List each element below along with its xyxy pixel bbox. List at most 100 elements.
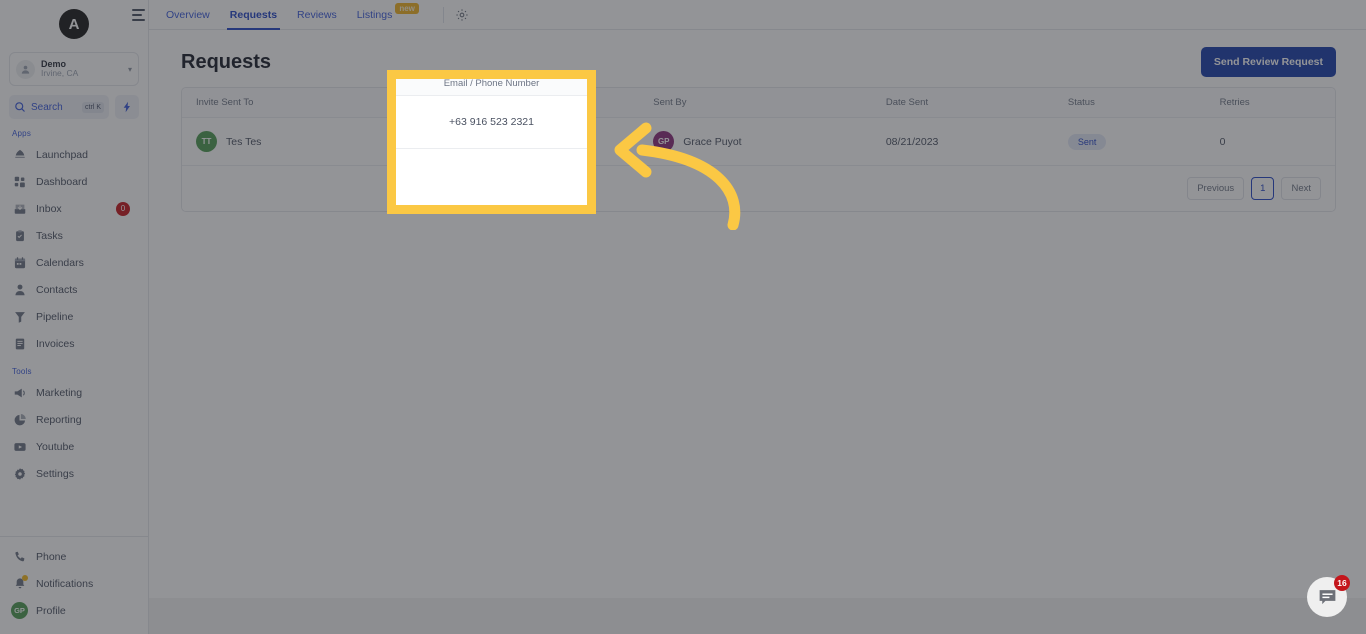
sidebar-item-inbox[interactable]: Inbox 0 <box>6 195 142 222</box>
sidebar-item-profile[interactable]: GP Profile <box>6 597 142 624</box>
cell-status: Sent <box>1061 117 1214 166</box>
tab-requests[interactable]: Requests <box>220 0 287 30</box>
tab-listings[interactable]: Listings new <box>347 0 429 30</box>
tab-label: Overview <box>166 8 210 21</box>
calendar-icon <box>12 255 27 270</box>
clipboard-icon <box>12 228 27 243</box>
column-header-date-sent[interactable]: Date Sent <box>879 88 1062 118</box>
column-header-retries[interactable]: Retries <box>1213 88 1335 118</box>
sidebar-apps-list: Launchpad Dashboard Inbox 0 Tasks Calend… <box>0 141 148 357</box>
table-row[interactable]: TT Tes Tes +63 916 523 2321 GP Grace Puy… <box>182 117 1335 166</box>
sidebar-item-label: Pipeline <box>36 310 74 323</box>
send-review-request-button[interactable]: Send Review Request <box>1200 47 1336 77</box>
sidebar-item-label: Inbox <box>36 202 62 215</box>
invite-name: Tes Tes <box>226 135 262 148</box>
grid-icon <box>12 174 27 189</box>
search-icon <box>15 102 25 112</box>
gear-icon[interactable] <box>453 6 471 24</box>
search-shortcut: ctrl K <box>82 101 104 113</box>
pagination-page-1-button[interactable]: 1 <box>1251 177 1275 200</box>
sidebar-item-label: Contacts <box>36 283 78 296</box>
funnel-icon <box>12 309 27 324</box>
sidebar-item-label: Invoices <box>36 337 75 350</box>
column-header-status[interactable]: Status <box>1061 88 1214 118</box>
table-head: Invite Sent To Email / Phone Number Sent… <box>182 88 1335 118</box>
topbar: Overview Requests Reviews Listings new <box>149 0 1366 30</box>
location-name: Demo <box>41 58 67 69</box>
requests-table-card: Invite Sent To Email / Phone Number Sent… <box>181 87 1336 212</box>
pagination-next-button[interactable]: Next <box>1281 177 1321 200</box>
brand-logo[interactable]: A <box>59 9 89 39</box>
chat-widget-button[interactable]: 16 <box>1307 575 1350 617</box>
sidebar-item-dashboard[interactable]: Dashboard <box>6 168 142 195</box>
highlight-column-blank <box>388 149 595 207</box>
sidebar-item-phone[interactable]: Phone <box>6 543 142 570</box>
sidebar-section-tools-label: Tools <box>12 367 32 376</box>
table-body: TT Tes Tes +63 916 523 2321 GP Grace Puy… <box>182 117 1335 166</box>
search-row: Search ctrl K <box>9 95 139 119</box>
tab-separator <box>442 6 444 23</box>
tab-overview[interactable]: Overview <box>156 0 220 30</box>
bell-icon <box>12 575 28 591</box>
chat-bubble-icon <box>1319 589 1335 604</box>
cell-date-sent: 08/21/2023 <box>879 117 1062 166</box>
gear-icon <box>12 466 27 481</box>
search-label: Search <box>31 101 63 113</box>
cell-sent-by: GP Grace Puyot <box>647 117 880 166</box>
top-tabs: Overview Requests Reviews Listings new <box>149 0 471 30</box>
page-title: Requests <box>181 50 272 73</box>
sent-by-person: GP Grace Puyot <box>653 131 874 152</box>
megaphone-icon <box>12 385 27 400</box>
sidebar-bottom: Phone Notifications GP Profile <box>0 537 148 634</box>
pie-chart-icon <box>12 412 27 427</box>
sidebar-item-youtube[interactable]: Youtube <box>6 433 142 460</box>
sidebar-item-pipeline[interactable]: Pipeline <box>6 303 142 330</box>
main-content: Requests Send Review Request Invite Sent… <box>149 30 1366 598</box>
person-icon <box>12 282 27 297</box>
hamburger-icon[interactable] <box>132 9 146 21</box>
sidebar-item-label: Notifications <box>36 577 94 590</box>
sidebar-item-notifications[interactable]: Notifications <box>6 570 142 597</box>
cell-retries: 0 <box>1213 117 1335 166</box>
sidebar-item-label: Settings <box>36 467 74 480</box>
avatar: GP <box>653 131 675 152</box>
quick-actions-button[interactable] <box>115 95 139 119</box>
chevron-down-icon[interactable]: ▾ <box>128 65 132 74</box>
sidebar-item-marketing[interactable]: Marketing <box>6 379 142 406</box>
avatar-icon: GP <box>11 602 28 619</box>
sidebar-item-launchpad[interactable]: Launchpad <box>6 141 142 168</box>
page-header: Requests Send Review Request <box>181 46 1336 78</box>
location-sub: Irvine, CA <box>41 69 79 79</box>
invoice-icon <box>12 336 27 351</box>
sidebar-section-apps-label: Apps <box>12 129 32 138</box>
sent-by-name: Grace Puyot <box>683 135 742 148</box>
inbox-unread-badge: 0 <box>116 201 130 216</box>
location-avatar-icon <box>16 59 35 79</box>
table-header-row: Invite Sent To Email / Phone Number Sent… <box>182 88 1335 118</box>
sidebar-item-settings[interactable]: Settings <box>6 460 142 487</box>
pagination-previous-button[interactable]: Previous <box>1187 177 1245 200</box>
sidebar-item-invoices[interactable]: Invoices <box>6 330 142 357</box>
search-input[interactable]: Search ctrl K <box>9 95 109 119</box>
highlight-cutout: Email / Phone Number +63 916 523 2321 <box>388 71 595 213</box>
listings-new-badge: new <box>395 3 419 14</box>
brand-row: A <box>0 4 148 44</box>
sidebar-item-label: Youtube <box>36 440 75 453</box>
notification-dot <box>22 575 28 581</box>
column-header-sent-by[interactable]: Sent By <box>647 88 880 118</box>
pagination: Previous 1 Next <box>182 166 1335 211</box>
lightning-bolt-icon <box>123 101 130 113</box>
status-badge: Sent <box>1067 133 1107 150</box>
sidebar-item-reporting[interactable]: Reporting <box>6 406 142 433</box>
rocket-icon <box>12 147 27 162</box>
tab-label: Reviews <box>297 8 337 21</box>
sidebar-item-calendars[interactable]: Calendars <box>6 249 142 276</box>
sidebar-item-tasks[interactable]: Tasks <box>6 222 142 249</box>
location-switcher[interactable]: Demo Irvine, CA ▾ <box>9 52 139 86</box>
sidebar-item-label: Reporting <box>36 413 82 426</box>
tab-reviews[interactable]: Reviews <box>287 0 347 30</box>
inbox-icon <box>12 201 27 216</box>
sidebar-item-contacts[interactable]: Contacts <box>6 276 142 303</box>
highlight-column-value: +63 916 523 2321 <box>388 96 595 149</box>
